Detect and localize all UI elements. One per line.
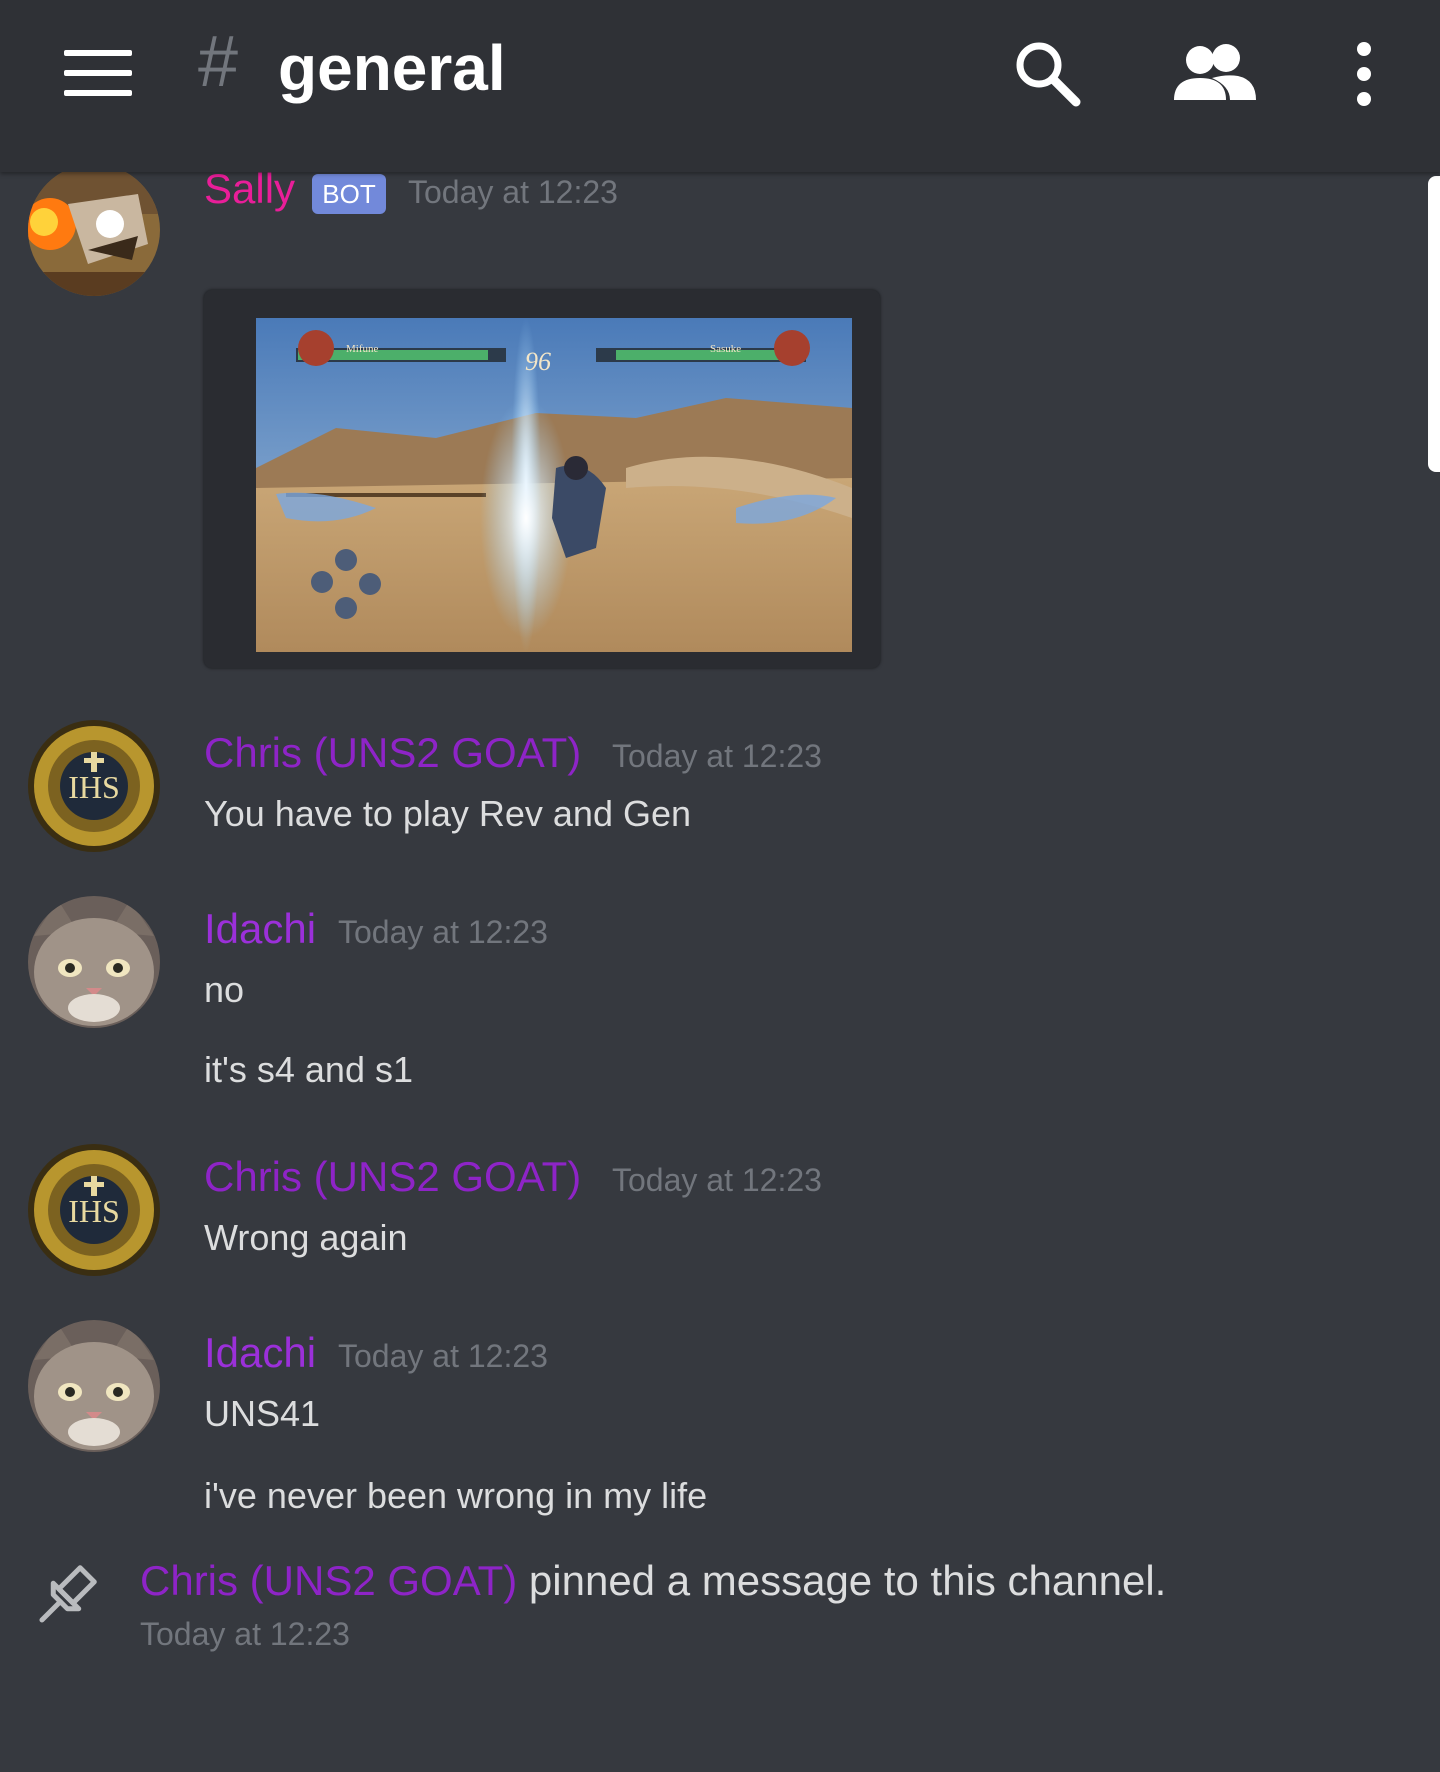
- message-text: i've never been wrong in my life: [204, 1475, 708, 1516]
- image-attachment[interactable]: Mifune Sasuke 96: [204, 290, 880, 668]
- bot-badge: BOT: [312, 174, 386, 214]
- avatar-chris[interactable]: IHS: [28, 1144, 160, 1276]
- channel-header: # general: [0, 0, 1440, 172]
- timestamp: Today at 12:23: [338, 914, 548, 950]
- avatar-idachi[interactable]: [28, 1320, 160, 1452]
- message-text: Wrong again: [204, 1217, 408, 1258]
- members-icon[interactable]: [1172, 38, 1258, 108]
- system-actor[interactable]: Chris (UNS2 GOAT): [140, 1557, 517, 1604]
- username-idachi[interactable]: Idachi: [204, 908, 316, 950]
- username-chris[interactable]: Chris (UNS2 GOAT): [204, 1156, 581, 1198]
- search-icon[interactable]: [1012, 38, 1082, 108]
- more-icon[interactable]: [1344, 38, 1384, 108]
- hud-timer: 96: [525, 347, 551, 376]
- hud-p2: Sasuke: [710, 343, 741, 355]
- username-idachi[interactable]: Idachi: [204, 1332, 316, 1374]
- system-message: Chris (UNS2 GOAT) pinned a message to th…: [140, 1560, 1166, 1602]
- timestamp: Today at 12:23: [612, 1162, 822, 1198]
- avatar-idachi[interactable]: [28, 896, 160, 1028]
- avatar-chris[interactable]: IHS: [28, 720, 160, 852]
- svg-text:IHS: IHS: [68, 769, 120, 805]
- channel-title: general: [278, 32, 506, 104]
- username-sally[interactable]: Sally: [204, 168, 295, 210]
- username-chris[interactable]: Chris (UNS2 GOAT): [204, 732, 581, 774]
- pin-icon: [39, 1565, 97, 1623]
- timestamp: Today at 12:23: [408, 174, 618, 210]
- avatar-sally[interactable]: [28, 164, 160, 296]
- message-text: UNS41: [204, 1393, 321, 1434]
- svg-text:IHS: IHS: [68, 1193, 120, 1229]
- message-text: You have to play Rev and Gen: [204, 793, 692, 834]
- timestamp: Today at 12:23: [140, 1616, 350, 1652]
- hud-p1: Mifune: [346, 343, 379, 355]
- gameplay-screenshot[interactable]: Mifune Sasuke 96: [256, 318, 852, 652]
- hamburger-icon[interactable]: [64, 48, 132, 98]
- message-text: no: [204, 969, 245, 1010]
- message-text: it's s4 and s1: [204, 1049, 413, 1090]
- timestamp: Today at 12:23: [612, 738, 822, 774]
- channel-hash-icon: #: [198, 22, 239, 102]
- system-action: pinned a message to this channel.: [528, 1557, 1167, 1604]
- scrollbar[interactable]: [1428, 176, 1440, 472]
- timestamp: Today at 12:23: [338, 1338, 548, 1374]
